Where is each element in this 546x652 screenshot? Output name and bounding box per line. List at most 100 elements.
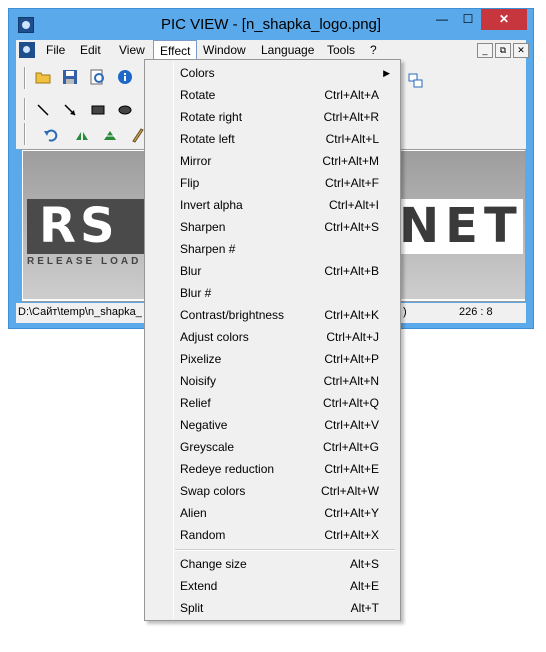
- effect-item-mirror[interactable]: Mirror Ctrl+Alt+M: [147, 150, 398, 172]
- effect-item-random[interactable]: Random Ctrl+Alt+X: [147, 524, 398, 546]
- effect-item-invert-alpha[interactable]: Invert alpha Ctrl+Alt+I: [147, 194, 398, 216]
- menu-view[interactable]: View: [113, 40, 151, 61]
- menu-item-shortcut: Ctrl+Alt+I: [328, 198, 379, 212]
- menu-item-shortcut: Ctrl+Alt+B: [324, 264, 379, 278]
- menu-item-shortcut: Ctrl+Alt+E: [324, 462, 379, 476]
- menu-item-label: Sharpen #: [180, 242, 236, 256]
- menu-item-label: Flip: [180, 176, 200, 190]
- info-icon[interactable]: [117, 69, 133, 85]
- menu-item-label: Rotate left: [180, 132, 235, 146]
- line-icon[interactable]: [35, 102, 51, 118]
- document-icon[interactable]: [19, 42, 35, 58]
- effect-item-alien[interactable]: Alien Ctrl+Alt+Y: [147, 502, 398, 524]
- submenu-arrow-icon: ▶: [383, 68, 390, 78]
- menu-item-label: Noisify: [180, 374, 217, 388]
- menu-item-shortcut: Alt+T: [350, 601, 379, 615]
- status-path: D:\Сайт\temp\n_shapka_: [18, 306, 142, 318]
- menu-effect[interactable]: Effect: [153, 40, 198, 61]
- ellipse-icon[interactable]: [117, 102, 133, 118]
- menu-item-shortcut: Ctrl+Alt+F: [324, 176, 379, 190]
- menu-item-shortcut: Ctrl+Alt+L: [325, 132, 379, 146]
- menu-separator: [175, 549, 395, 551]
- menu-item-label: Contrast/brightness: [180, 308, 285, 322]
- effect-item-rotate-right[interactable]: Rotate right Ctrl+Alt+R: [147, 106, 398, 128]
- arrow-icon[interactable]: [62, 102, 78, 118]
- menu-item-label: Greyscale: [180, 440, 235, 454]
- effect-item-swap-colors[interactable]: Swap colors Ctrl+Alt+W: [147, 480, 398, 502]
- minimize-button[interactable]: —: [429, 9, 455, 30]
- effect-item-split[interactable]: Split Alt+T: [147, 597, 398, 619]
- menu-item-shortcut: Ctrl+Alt+M: [322, 154, 379, 168]
- effect-item-adjust-colors[interactable]: Adjust colors Ctrl+Alt+J: [147, 326, 398, 348]
- menu-item-label: Adjust colors: [180, 330, 249, 344]
- preview-icon[interactable]: [90, 69, 106, 85]
- menu-item-label: Swap colors: [180, 484, 246, 498]
- menu-item-label: Rotate: [180, 88, 216, 102]
- child-restore-button[interactable]: ⧉: [495, 43, 511, 58]
- menu-item-label: Rotate right: [180, 110, 243, 124]
- open-folder-icon[interactable]: [35, 69, 51, 85]
- save-icon[interactable]: [62, 69, 78, 85]
- menu-item-shortcut: Ctrl+Alt+K: [324, 308, 379, 322]
- menu-item-label: Split: [180, 601, 204, 615]
- menu-item-label: Mirror: [180, 154, 212, 168]
- effect-menu: Colors ▶ Rotate Ctrl+Alt+A Rotate right Ctrl+…: [144, 59, 401, 621]
- effect-item-blur[interactable]: Blur Ctrl+Alt+B: [147, 260, 398, 282]
- effect-item-sharpen[interactable]: Sharpen #: [147, 238, 398, 260]
- status-coordinates: 226 : 8: [459, 306, 493, 318]
- menu-item-label: Invert alpha: [180, 198, 243, 212]
- menu-item-label: Blur #: [180, 286, 212, 300]
- logo-text-left: RS: [39, 198, 119, 254]
- menu-language[interactable]: Language: [255, 40, 320, 61]
- menu-window[interactable]: Window: [197, 40, 252, 61]
- menu-bar: File Edit View Effect Window Language To…: [16, 40, 529, 61]
- menu-item-shortcut: Ctrl+Alt+P: [324, 352, 379, 366]
- menu-item-shortcut: Alt+E: [349, 579, 379, 593]
- menu-item-shortcut: Ctrl+Alt+Q: [322, 396, 379, 410]
- menu-item-shortcut: Ctrl+Alt+W: [320, 484, 379, 498]
- effect-item-blur[interactable]: Blur #: [147, 282, 398, 304]
- windows-icon[interactable]: [408, 73, 424, 89]
- effect-item-negative[interactable]: Negative Ctrl+Alt+V: [147, 414, 398, 436]
- menu-item-label: Sharpen: [180, 220, 226, 234]
- flip-mirror-icon[interactable]: [102, 127, 118, 143]
- logo-subtitle: RELEASE LOAD: [27, 256, 142, 267]
- effect-item-sharpen[interactable]: Sharpen Ctrl+Alt+S: [147, 216, 398, 238]
- rectangle-icon[interactable]: [90, 102, 106, 118]
- toolbar-separator: [24, 98, 26, 120]
- effect-item-greyscale[interactable]: Greyscale Ctrl+Alt+G: [147, 436, 398, 458]
- menu-tools[interactable]: Tools: [321, 40, 361, 61]
- close-button[interactable]: ✕: [481, 9, 527, 30]
- undo-icon[interactable]: [43, 127, 59, 143]
- menu-item-label: Colors: [180, 66, 215, 80]
- effect-item-flip[interactable]: Flip Ctrl+Alt+F: [147, 172, 398, 194]
- effect-item-redeye-reduction[interactable]: Redeye reduction Ctrl+Alt+E: [147, 458, 398, 480]
- child-minimize-button[interactable]: _: [477, 43, 493, 58]
- effect-item-relief[interactable]: Relief Ctrl+Alt+Q: [147, 392, 398, 414]
- menu-item-shortcut: Ctrl+Alt+N: [323, 374, 379, 388]
- menu-item-label: Negative: [180, 418, 228, 432]
- status-fragment: ): [403, 306, 407, 318]
- flip-horizontal-icon[interactable]: [74, 127, 90, 143]
- effect-item-extend[interactable]: Extend Alt+E: [147, 575, 398, 597]
- menu-item-label: Change size: [180, 557, 247, 571]
- effect-item-rotate-left[interactable]: Rotate left Ctrl+Alt+L: [147, 128, 398, 150]
- effect-item-noisify[interactable]: Noisify Ctrl+Alt+N: [147, 370, 398, 392]
- maximize-button[interactable]: ☐: [455, 9, 481, 30]
- logo-text-right: NET: [399, 198, 523, 254]
- child-close-button[interactable]: ✕: [513, 43, 529, 58]
- menu-item-shortcut: Ctrl+Alt+R: [323, 110, 379, 124]
- menu-item-label: Extend: [180, 579, 218, 593]
- menu-item-shortcut: Ctrl+Alt+V: [324, 418, 379, 432]
- title-bar[interactable]: PIC VIEW - [n_shapka_logo.png] — ☐ ✕: [9, 9, 533, 39]
- effect-item-colors[interactable]: Colors ▶: [147, 62, 398, 84]
- menu-help[interactable]: ?: [364, 40, 383, 61]
- menu-edit[interactable]: Edit: [74, 40, 107, 61]
- effect-item-rotate[interactable]: Rotate Ctrl+Alt+A: [147, 84, 398, 106]
- effect-item-contrast-brightness[interactable]: Contrast/brightness Ctrl+Alt+K: [147, 304, 398, 326]
- menu-file[interactable]: File: [40, 40, 71, 61]
- effect-item-pixelize[interactable]: Pixelize Ctrl+Alt+P: [147, 348, 398, 370]
- effect-item-change-size[interactable]: Change size Alt+S: [147, 553, 398, 575]
- toolbar-separator: [24, 67, 26, 89]
- pencil-icon[interactable]: [129, 127, 145, 143]
